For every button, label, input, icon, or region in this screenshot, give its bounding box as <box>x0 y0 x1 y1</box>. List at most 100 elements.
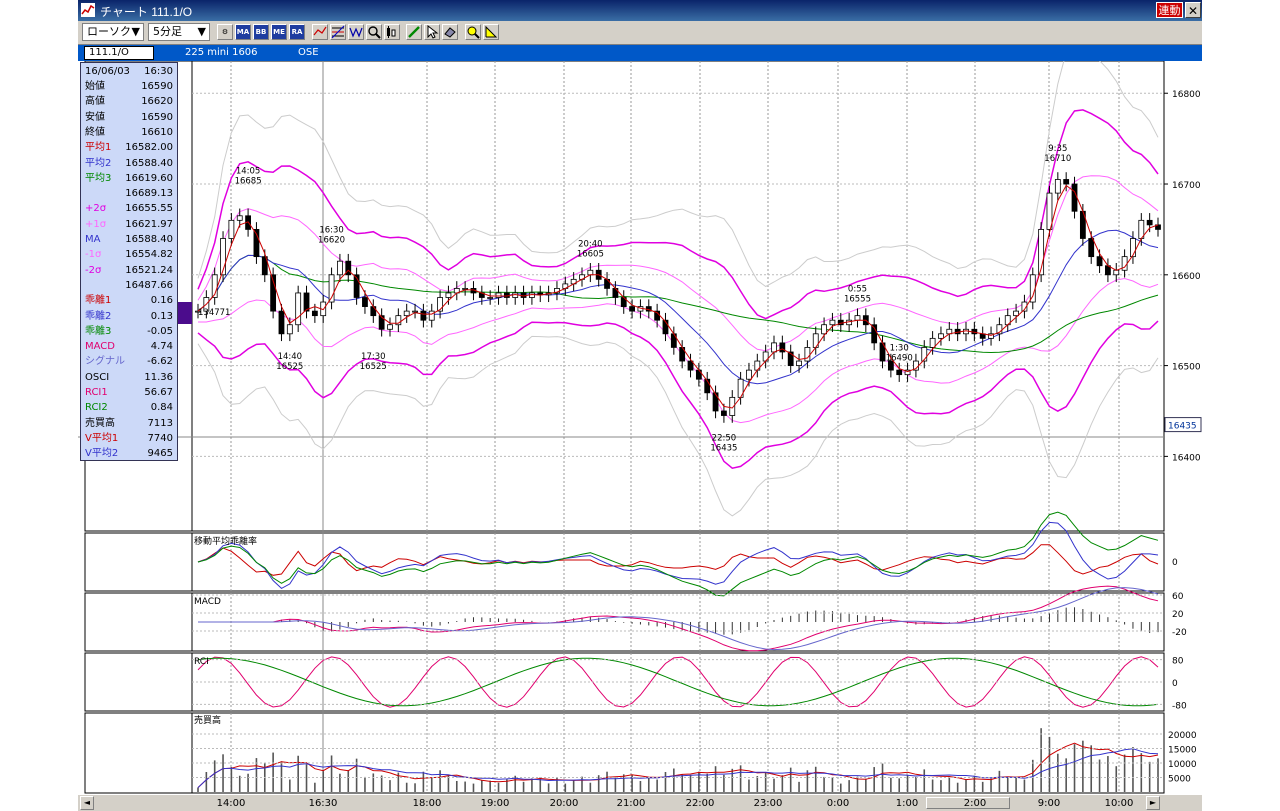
info-label: -1σ <box>85 249 102 261</box>
cursor-icon[interactable] <box>424 24 440 40</box>
chart-canvas[interactable]: 16800 16700 16600 16500 16400 16435 14:0516685… <box>78 61 1202 795</box>
info-value: 16590 <box>141 81 173 92</box>
info-row: +2σ 16655.55 <box>81 201 177 216</box>
close-button[interactable]: ✕ <box>1185 2 1201 18</box>
time-tick-label: 23:00 <box>753 798 783 809</box>
info-label: 平均3 <box>85 172 112 184</box>
price-tick-label: 16400 <box>1172 453 1201 463</box>
annotation-price: 16490 <box>886 354 913 364</box>
candle <box>403 310 410 317</box>
settings-icon[interactable]: ⚙ <box>217 24 233 40</box>
deviation-tick-label: 0 <box>1172 558 1178 568</box>
candle <box>1096 256 1103 267</box>
info-date: 16/06/03 <box>85 66 130 77</box>
info-value: 16655.55 <box>125 203 173 215</box>
candle <box>804 347 811 362</box>
candle <box>370 306 377 317</box>
info-label: 平均1 <box>85 142 112 154</box>
info-row: MA 16588.40 <box>81 232 177 247</box>
info-row: MACD 4.74 <box>81 339 177 354</box>
chart-type-dropdown[interactable]: ローソク ▼ <box>82 23 144 41</box>
candle <box>487 297 494 299</box>
info-value: 16590 <box>141 111 173 123</box>
candle <box>445 292 452 298</box>
bollinger-3sigma-lower <box>197 335 1159 517</box>
info-value: 16582.00 <box>125 142 173 154</box>
candle <box>629 306 635 312</box>
info-label: OSCI <box>85 371 110 383</box>
volume-tick-label: 15000 <box>1168 746 1197 756</box>
symbol-bar: 111.1/O 225 mini 1606 OSE <box>78 45 1202 61</box>
info-row: シグナル -6.62 <box>81 354 177 369</box>
candle <box>854 315 861 321</box>
annotation-price: 16710 <box>1044 154 1071 164</box>
price-tick-label: 16800 <box>1172 90 1201 100</box>
symbol-description: 225 mini 1606 <box>185 47 258 58</box>
link-toggle-button[interactable]: 連動 <box>1156 2 1183 18</box>
info-row: 平均3 16619.60 <box>81 171 177 186</box>
candle <box>721 410 727 416</box>
bollinger-2sigma-lower <box>197 320 1159 470</box>
info-row: V平均2 9465 <box>81 446 177 461</box>
info-row: 安値 16590 <box>81 110 177 125</box>
fib-icon[interactable] <box>330 24 346 40</box>
wave-icon[interactable] <box>348 24 364 40</box>
chart-window: チャート 111.1/O 連動 ✕ ローソク ▼ 5分足 ▼ ⚙ MA BB M… <box>78 0 1202 811</box>
candle <box>1054 179 1061 194</box>
annotation-time: 16:30 <box>319 226 344 236</box>
ruler-icon[interactable] <box>483 24 499 40</box>
annotation-time: 1:30 <box>890 344 909 354</box>
candle <box>303 292 310 312</box>
info-value: 16610 <box>141 126 173 138</box>
rci-tick-label: 80 <box>1172 657 1184 667</box>
symbol-input[interactable]: 111.1/O <box>84 46 154 60</box>
info-label: RCI2 <box>85 402 108 414</box>
moving-average-2 <box>197 229 1159 385</box>
info-row: 始値 16590 <box>81 79 177 94</box>
chart-app-icon <box>81 3 95 17</box>
candle <box>929 337 936 348</box>
ma-icon[interactable]: MA <box>235 24 251 40</box>
info-panel: 16/06/03 16:30 始値 16590 高値 16620 安値 16590 終値 16… <box>80 62 178 461</box>
info-label: V平均1 <box>85 432 119 444</box>
info-value: 0.13 <box>150 310 173 322</box>
me-icon[interactable]: ME <box>271 24 287 40</box>
candle <box>286 324 293 335</box>
time-tick-label: 19:00 <box>480 798 510 809</box>
info-value: 7740 <box>147 432 173 444</box>
candle <box>462 288 469 290</box>
info-label: RCI1 <box>85 387 108 398</box>
candle <box>712 392 719 412</box>
zoom-icon[interactable] <box>366 24 382 40</box>
interval-dropdown[interactable]: 5分足 ▼ <box>148 23 210 41</box>
info-value: 4.74 <box>150 341 173 353</box>
time-tick-label: 0:00 <box>826 798 850 809</box>
info-label: 高値 <box>85 96 105 108</box>
exchange-label: OSE <box>298 47 319 58</box>
eraser-icon[interactable] <box>442 24 458 40</box>
candle <box>779 342 786 353</box>
pen-icon[interactable] <box>406 24 422 40</box>
macd-tick-label: 60 <box>1172 592 1184 602</box>
info-row: 乖離1 0.16 <box>81 293 177 308</box>
info-row: 平均2 16588.40 <box>81 156 177 171</box>
chart-area[interactable]: 16800 16700 16600 16500 16400 16435 14:05 16685… <box>78 61 1202 795</box>
bars-icon[interactable] <box>384 24 400 40</box>
title-bar: チャート 111.1/O 連動 ✕ <box>78 0 1202 21</box>
line-icon[interactable] <box>312 24 328 40</box>
price-panel <box>84 61 1165 532</box>
candle <box>746 369 752 380</box>
rci-tick-label: -80 <box>1172 701 1187 711</box>
info-label: 乖離2 <box>85 310 112 322</box>
info-label: +1σ <box>85 218 107 230</box>
left-price-marker <box>178 302 192 324</box>
info-value: -6.62 <box>147 356 173 368</box>
bb-icon[interactable]: BB <box>253 24 269 40</box>
window-title: チャート 111.1/O <box>100 5 193 19</box>
time-tick-label: 16:30 <box>308 798 338 809</box>
candle <box>428 310 435 321</box>
candle <box>796 360 802 366</box>
ra-icon[interactable]: RA <box>289 24 305 40</box>
magnify-icon[interactable] <box>465 24 481 40</box>
info-label: -2σ <box>85 264 102 276</box>
